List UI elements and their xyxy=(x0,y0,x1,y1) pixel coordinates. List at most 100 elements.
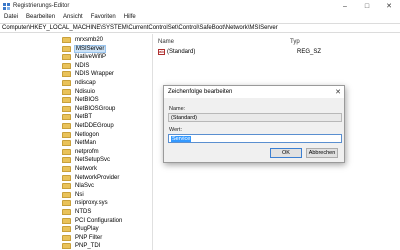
tree-item-label: MSIServer xyxy=(74,44,107,53)
value-name: (Standard) xyxy=(167,49,196,55)
value-row[interactable]: ab (Standard) REG_SZ xyxy=(158,49,321,55)
maximize-button[interactable]: □ xyxy=(356,0,378,12)
folder-icon xyxy=(62,62,71,69)
tree-item[interactable]: Ndisuio xyxy=(62,88,96,96)
tree-item[interactable]: Netlogon xyxy=(62,131,100,139)
folder-icon xyxy=(62,200,71,207)
dialog-title-bar: Zeichenfolge bearbeiten ✕ xyxy=(164,86,344,98)
tree-item[interactable]: NetDDEGroup xyxy=(62,122,115,130)
column-header-name[interactable]: Name xyxy=(158,39,174,45)
folder-icon xyxy=(62,191,71,198)
folder-icon xyxy=(62,123,71,129)
folder-icon xyxy=(62,131,71,138)
tree-item[interactable]: ndiscap xyxy=(62,79,97,87)
tree-item[interactable]: NDIS xyxy=(62,62,90,70)
folder-icon xyxy=(62,234,71,241)
tree-item-label: Nsi xyxy=(75,191,84,198)
tree-item[interactable]: PNP Filter xyxy=(62,234,103,242)
tree-item-label: NlaSvc xyxy=(75,183,95,190)
tree-item[interactable]: NetBIOSGroup xyxy=(62,105,116,113)
tree-item-label: mrxsmb20 xyxy=(75,37,104,43)
tree-item[interactable]: Nsi xyxy=(62,191,85,199)
tree-item-label: NTDS xyxy=(75,209,92,215)
folder-icon xyxy=(62,209,71,215)
tree-item-label: NDIS Wrapper xyxy=(75,71,114,78)
tree-item[interactable]: NetSetupSvc xyxy=(62,156,111,164)
folder-icon xyxy=(62,80,71,86)
folder-icon xyxy=(62,97,71,104)
menu-hilfe[interactable]: Hilfe xyxy=(120,14,140,20)
value-data-text: Service xyxy=(171,135,192,142)
cancel-button[interactable]: Abbrechen xyxy=(306,148,338,158)
tree-item-label: Ndisuio xyxy=(75,88,96,95)
tree-item-label: NetSetupSvc xyxy=(75,157,111,164)
tree-item[interactable]: netprofm xyxy=(62,148,100,156)
folder-icon xyxy=(62,45,71,52)
tree-item[interactable]: NetBIOS xyxy=(62,96,100,104)
folder-icon xyxy=(62,174,71,181)
dialog-title: Zeichenfolge bearbeiten xyxy=(168,89,233,95)
tree-item-label: netprofm xyxy=(75,148,99,155)
folder-icon xyxy=(62,105,71,112)
tree-item-label: Network xyxy=(75,166,98,172)
tree-item-label: PNP_TDI xyxy=(75,243,101,250)
ok-button[interactable]: OK xyxy=(270,148,302,158)
tree-item[interactable]: NDIS Wrapper xyxy=(62,70,115,78)
tree-item-label: Netlogon xyxy=(75,131,100,138)
menu-datei[interactable]: Datei xyxy=(0,14,22,20)
minimize-button[interactable]: – xyxy=(334,0,356,12)
tree-item[interactable]: nsiproxy.sys xyxy=(62,199,109,207)
tree-item-label: NetDDEGroup xyxy=(75,123,114,129)
folder-icon xyxy=(62,148,71,155)
tree-item[interactable]: NTDS xyxy=(62,208,92,216)
column-header-type[interactable]: Typ xyxy=(290,39,300,45)
tree-item-label: NetBT xyxy=(75,114,93,121)
tree-item[interactable]: PNP_TDI xyxy=(62,242,101,250)
close-button[interactable]: ✕ xyxy=(378,0,400,12)
tree-item[interactable]: MSIServer xyxy=(62,44,107,53)
folder-icon xyxy=(62,217,71,224)
menu-bearbeiten[interactable]: Bearbeiten xyxy=(22,14,59,20)
tree-item[interactable]: PCI Configuration xyxy=(62,217,123,225)
tree-item[interactable]: mrxsmb20 xyxy=(62,36,104,44)
tree-item-label: PCI Configuration xyxy=(75,217,123,224)
menu-bar: Datei Bearbeiten Ansicht Favoriten Hilfe xyxy=(0,12,400,22)
folder-icon xyxy=(62,157,71,164)
tree-item-label: PlugPlay xyxy=(75,226,99,233)
tree-item-label: PNP Filter xyxy=(75,234,103,241)
folder-icon xyxy=(62,54,71,61)
folder-icon xyxy=(62,140,71,147)
tree-item[interactable]: Network xyxy=(62,165,98,173)
folder-icon xyxy=(62,37,71,43)
window-title: Registrierungs-Editor xyxy=(13,3,70,9)
tree-item-label: ndiscap xyxy=(75,80,96,86)
tree-item-label: NetBIOSGroup xyxy=(75,105,116,112)
title-bar: Registrierungs-Editor – □ ✕ xyxy=(0,0,400,12)
key-tree[interactable]: mrxsmb20 MSIServer NativeWifiP NDIS NDIS Wra… xyxy=(0,34,153,250)
string-value-icon: ab xyxy=(158,49,165,55)
menu-ansicht[interactable]: Ansicht xyxy=(59,14,87,20)
tree-item-label: NetMan xyxy=(75,140,97,147)
folder-icon xyxy=(62,88,71,95)
value-data-field[interactable]: Service xyxy=(168,134,342,143)
registry-editor-icon xyxy=(3,2,10,10)
tree-item[interactable]: NetMan xyxy=(62,139,97,147)
tree-item-label: nsiproxy.sys xyxy=(75,200,108,207)
tree-item-label: NativeWifiP xyxy=(75,54,107,61)
folder-icon xyxy=(62,114,71,121)
tree-item[interactable]: NativeWifiP xyxy=(62,53,107,61)
tree-item[interactable]: NetworkProvider xyxy=(62,174,120,182)
address-bar[interactable]: Computer\HKEY_LOCAL_MACHINE\SYSTEM\Curre… xyxy=(0,23,400,33)
menu-favoriten[interactable]: Favoriten xyxy=(87,14,120,20)
folder-icon xyxy=(62,243,71,250)
edit-string-dialog: Zeichenfolge bearbeiten ✕ Name: (Standar… xyxy=(163,85,345,163)
tree-item[interactable]: NlaSvc xyxy=(62,182,95,190)
tree-item[interactable]: NetBT xyxy=(62,113,93,121)
name-label: Name: xyxy=(169,106,186,112)
folder-icon xyxy=(62,226,71,233)
tree-item[interactable]: PlugPlay xyxy=(62,225,100,233)
window-controls: – □ ✕ xyxy=(334,0,400,12)
name-field: (Standard) xyxy=(168,113,342,122)
folder-icon xyxy=(62,71,71,78)
dialog-close-button[interactable]: ✕ xyxy=(335,86,341,98)
